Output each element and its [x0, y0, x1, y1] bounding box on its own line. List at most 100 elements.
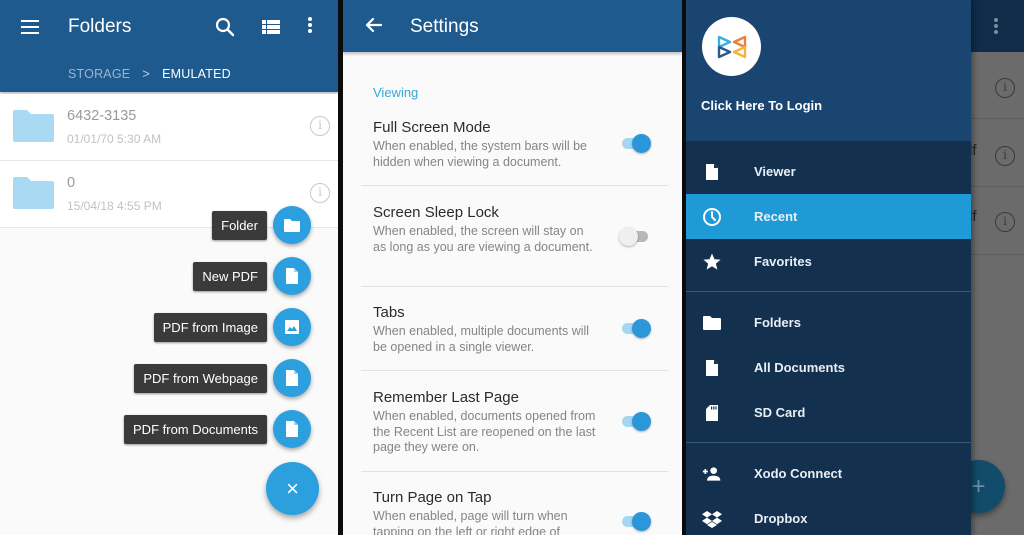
settings-title: Settings	[410, 16, 479, 37]
fab-option-new-pdf[interactable]: New PDF	[193, 257, 311, 295]
clock-icon	[702, 207, 722, 227]
drawer-divider	[686, 442, 971, 443]
setting-tabs[interactable]: Tabs When enabled, multiple documents wi…	[361, 304, 668, 371]
drawer-item-folders[interactable]: Folders	[686, 300, 971, 345]
fab-option-label: PDF from Webpage	[134, 363, 267, 393]
setting-full-screen-mode[interactable]: Full Screen Mode When enabled, the syste…	[361, 119, 668, 186]
drawer-item-label: All Documents	[754, 360, 846, 375]
list-view-button[interactable]	[261, 17, 281, 37]
login-link[interactable]: Click Here To Login	[701, 98, 822, 113]
drawer-item-label: Recent	[754, 209, 798, 224]
divider	[361, 370, 668, 371]
divider	[361, 286, 668, 287]
drawer-item-label: Favorites	[754, 254, 812, 269]
breadcrumb: STORAGE > EMULATED	[68, 66, 231, 81]
fab-option-label: New PDF	[193, 261, 267, 291]
setting-remember-last-page[interactable]: Remember Last Page When enabled, documen…	[361, 389, 668, 472]
navigation-drawer: Click Here To Login Viewer Recent Favori…	[686, 0, 971, 535]
drawer-item-viewer[interactable]: Viewer	[686, 149, 971, 194]
folder-icon	[13, 177, 54, 209]
info-icon[interactable]: i	[310, 183, 330, 203]
chevron-right-icon: >	[142, 66, 151, 81]
fab-mini-button[interactable]	[273, 206, 311, 244]
xodo-logo	[702, 17, 761, 76]
toggle-switch-on[interactable]	[619, 511, 651, 531]
plus-icon: +	[971, 472, 986, 500]
screenshot-collage: Folders STORAGE > EMULATED 6432-3135 01/…	[0, 0, 1024, 535]
folder-icon	[13, 110, 54, 142]
folders-title: Folders	[68, 16, 132, 37]
fab-option-pdf-from-documents[interactable]: PDF from Documents	[124, 410, 311, 448]
list-view-icon	[262, 20, 280, 34]
drawer-item-all-documents[interactable]: All Documents	[686, 345, 971, 390]
add-user-icon	[702, 464, 722, 484]
drawer-item-label: Dropbox	[754, 511, 808, 526]
fab-option-pdf-from-image[interactable]: PDF from Image	[153, 308, 311, 346]
section-header-viewing: Viewing	[373, 85, 419, 100]
folder-row[interactable]: 6432-3135 01/01/70 5:30 AM i	[0, 94, 338, 161]
fab-option-pdf-from-webpage[interactable]: PDF from Webpage	[134, 359, 311, 397]
drawer-item-dropbox[interactable]: Dropbox	[686, 496, 971, 535]
drawer-screen: i df i df i + Click He	[686, 0, 1024, 535]
folder-icon	[702, 313, 722, 333]
setting-turn-page-on-tap[interactable]: Turn Page on Tap When enabled, page will…	[373, 489, 668, 535]
fab-mini-button[interactable]	[273, 359, 311, 397]
fab-mini-button[interactable]	[273, 308, 311, 346]
fab-mini-button[interactable]	[273, 257, 311, 295]
toggle-switch-off[interactable]	[619, 226, 651, 246]
setting-description: When enabled, multiple documents will be…	[373, 324, 590, 354]
more-options-button[interactable]	[303, 15, 317, 39]
folder-date: 15/04/18 4:55 PM	[67, 199, 162, 213]
breadcrumb-storage[interactable]: STORAGE	[68, 67, 130, 81]
setting-screen-sleep-lock[interactable]: Screen Sleep Lock When enabled, the scre…	[361, 204, 668, 287]
toggle-switch-on[interactable]	[619, 318, 651, 338]
search-button[interactable]	[214, 16, 236, 38]
setting-title: Screen Sleep Lock	[373, 204, 499, 221]
setting-title: Turn Page on Tap	[373, 489, 492, 506]
settings-app-bar: Settings	[343, 0, 682, 52]
arrow-left-icon	[365, 17, 383, 33]
folders-app-bar: Folders STORAGE > EMULATED	[0, 0, 338, 92]
document-icon	[702, 162, 722, 182]
toggle-switch-on[interactable]	[619, 133, 651, 153]
fab-close-button[interactable]: ×	[266, 462, 319, 515]
setting-title: Remember Last Page	[373, 389, 519, 406]
drawer-item-label: Viewer	[754, 164, 796, 179]
search-icon	[215, 17, 235, 37]
drawer-item-label: Folders	[754, 315, 801, 330]
drawer-divider	[686, 291, 971, 292]
drawer-header-login[interactable]: Click Here To Login	[686, 0, 971, 141]
fab-option-folder[interactable]: Folder	[212, 206, 311, 244]
star-icon	[702, 252, 722, 272]
close-icon: ×	[286, 475, 299, 501]
fab-option-label: Folder	[212, 210, 267, 240]
drawer-item-sd-card[interactable]: SD Card	[686, 390, 971, 435]
info-icon[interactable]: i	[310, 116, 330, 136]
setting-description: When enabled, the system bars will be hi…	[373, 139, 587, 169]
info-icon: i	[995, 146, 1015, 166]
document-icon	[286, 421, 298, 437]
drawer-item-xodo-connect[interactable]: Xodo Connect	[686, 451, 971, 496]
breadcrumb-emulated[interactable]: EMULATED	[162, 67, 231, 81]
toggle-switch-on[interactable]	[619, 411, 651, 431]
setting-description: When enabled, page will turn when tappin…	[373, 509, 568, 535]
drawer-item-favorites[interactable]: Favorites	[686, 239, 971, 284]
folder-date: 01/01/70 5:30 AM	[67, 132, 162, 146]
info-icon: i	[995, 78, 1015, 98]
fab-option-label: PDF from Documents	[124, 414, 267, 444]
drawer-item-label: SD Card	[754, 405, 806, 420]
setting-description: When enabled, the screen will stay on as…	[373, 224, 593, 254]
image-icon	[285, 320, 299, 334]
document-icon	[702, 358, 722, 378]
settings-screen: Settings Viewing Full Screen Mode When e…	[343, 0, 682, 535]
xodo-logo-icon	[717, 35, 746, 58]
divider	[361, 471, 668, 472]
back-button[interactable]	[363, 14, 385, 36]
folder-name: 6432-3135	[67, 108, 137, 124]
more-options-icon	[989, 16, 1003, 38]
drawer-item-recent[interactable]: Recent	[686, 194, 971, 239]
fab-mini-button[interactable]	[273, 410, 311, 448]
folder-icon	[284, 218, 300, 232]
info-icon: i	[995, 212, 1015, 232]
hamburger-menu-button[interactable]	[18, 16, 42, 38]
